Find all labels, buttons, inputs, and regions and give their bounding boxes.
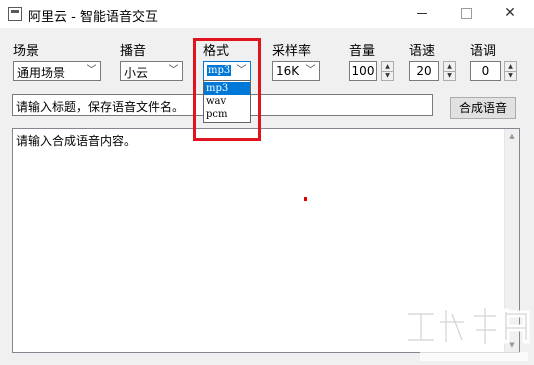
minimize-button[interactable]: [404, 0, 440, 28]
sample-rate-label: 采样率: [272, 44, 312, 59]
chevron-down-icon: ﹀: [305, 65, 316, 76]
red-marker: [304, 197, 307, 201]
highlight-box: [193, 38, 261, 141]
pitch-spin-buttons[interactable]: ▲ ▼: [504, 61, 517, 81]
close-icon: ✕: [504, 5, 516, 21]
synthesize-button[interactable]: 合成语音: [450, 97, 516, 119]
scene-select[interactable]: 通用场景 ﹀: [13, 61, 101, 81]
arrow-down-icon[interactable]: ▼: [382, 71, 393, 80]
voice-select[interactable]: 小云 ﹀: [120, 61, 183, 81]
main-window: 阿里云 - 智能语音交互 ✕ 场景 播音 格式 采样率 音量 语速 语调 通用场…: [0, 0, 534, 365]
speed-label: 语速: [409, 44, 436, 59]
arrow-down-icon[interactable]: ▼: [444, 71, 455, 80]
watermark-logo: [404, 304, 530, 361]
window-title: 阿里云 - 智能语音交互: [28, 10, 158, 25]
maximize-icon: [460, 7, 472, 19]
sample-rate-select-value: 16K: [276, 64, 300, 78]
speed-field[interactable]: 20: [409, 61, 439, 81]
minimize-icon: [417, 12, 427, 14]
sample-rate-select[interactable]: 16K ﹀: [272, 61, 320, 81]
chevron-down-icon: ﹀: [168, 65, 179, 76]
content-placeholder: 请输入合成语音内容。: [16, 134, 137, 148]
scroll-up-icon[interactable]: ▲: [505, 129, 519, 143]
app-icon: [8, 7, 22, 21]
pitch-label: 语调: [470, 44, 497, 59]
pitch-field[interactable]: 0: [470, 61, 501, 81]
volume-label: 音量: [349, 44, 376, 59]
chevron-down-icon: ﹀: [86, 65, 97, 76]
title-bar: 阿里云 - 智能语音交互 ✕: [0, 0, 534, 28]
title-input-placeholder: 请输入标题，保存语音文件名。: [16, 100, 185, 114]
scene-select-value: 通用场景: [17, 66, 66, 80]
maximize-button[interactable]: [448, 0, 484, 28]
close-button[interactable]: ✕: [492, 0, 528, 28]
arrow-down-icon[interactable]: ▼: [505, 71, 516, 80]
voice-select-value: 小云: [124, 66, 149, 80]
scene-label: 场景: [13, 44, 40, 59]
voice-label: 播音: [120, 44, 147, 59]
speed-spin-buttons[interactable]: ▲ ▼: [443, 61, 456, 81]
volume-spin-buttons[interactable]: ▲ ▼: [381, 61, 394, 81]
volume-field[interactable]: 100: [349, 61, 377, 81]
